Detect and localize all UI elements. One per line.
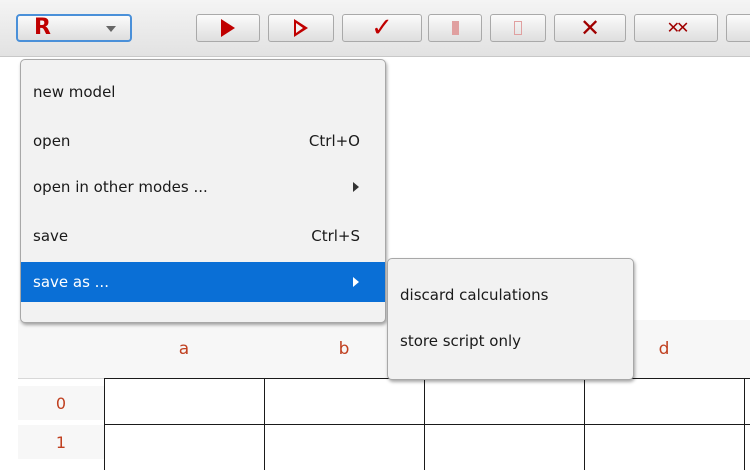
menu-item-save-as[interactable]: save as ... (21, 262, 385, 302)
submenu-arrow-icon (353, 182, 359, 192)
menu-item-save[interactable]: save Ctrl+S (21, 217, 385, 255)
close-all-button[interactable]: ✕✕ (634, 14, 718, 42)
menu-item-label: open (33, 132, 71, 150)
run-step-icon (294, 19, 308, 37)
data-table: a b c d 0 1 (18, 320, 750, 470)
menu-item-label: save (33, 227, 69, 245)
r-logo-icon: R (34, 15, 51, 40)
grid-line (744, 378, 745, 470)
check-button[interactable]: ✓ (342, 14, 422, 42)
menu-item-new-model[interactable]: new model (21, 73, 385, 111)
menu-item-open[interactable]: open Ctrl+O (21, 122, 385, 160)
grid-line (104, 424, 750, 425)
column-header-a[interactable]: a (104, 320, 264, 378)
close-button[interactable]: ✕ (554, 14, 626, 42)
submenu-arrow-icon (353, 277, 359, 287)
chevron-down-icon (106, 26, 116, 32)
run-button[interactable] (196, 14, 260, 42)
toolbar-button-partial[interactable] (726, 14, 750, 42)
check-icon: ✓ (371, 13, 393, 43)
row-header-1[interactable]: 1 (18, 425, 104, 459)
toolbar: R ✓ ✕ ✕✕ (0, 0, 750, 57)
pause-button[interactable] (428, 14, 482, 42)
save-as-submenu: discard calculations store script only (387, 258, 634, 380)
grid-line (264, 378, 265, 470)
file-menu: new model open Ctrl+O open in other mode… (20, 59, 386, 323)
submenu-item-discard-calculations[interactable]: discard calculations (388, 275, 633, 315)
submenu-item-label: discard calculations (400, 286, 549, 304)
close-all-icon: ✕✕ (666, 18, 690, 37)
stop-icon (514, 21, 522, 35)
close-icon: ✕ (579, 14, 601, 42)
app-menu-button[interactable]: R (16, 14, 132, 42)
stop-button[interactable] (490, 14, 546, 42)
row-header-0[interactable]: 0 (18, 386, 104, 420)
pause-icon (451, 21, 459, 35)
grid-line (104, 378, 105, 470)
menu-item-open-other-modes[interactable]: open in other modes ... (21, 168, 385, 206)
grid-line (584, 378, 585, 470)
submenu-item-label: store script only (400, 332, 522, 350)
run-icon (221, 19, 235, 37)
menu-item-label: save as ... (33, 273, 109, 291)
submenu-item-store-script-only[interactable]: store script only (388, 321, 633, 361)
menu-item-label: open in other modes ... (33, 178, 208, 196)
menu-item-shortcut: Ctrl+S (311, 227, 360, 245)
table-header-row: a b c d (18, 320, 750, 379)
menu-item-shortcut: Ctrl+O (308, 132, 360, 150)
run-step-button[interactable] (268, 14, 334, 42)
grid-line (424, 378, 425, 470)
menu-item-label: new model (33, 83, 116, 101)
